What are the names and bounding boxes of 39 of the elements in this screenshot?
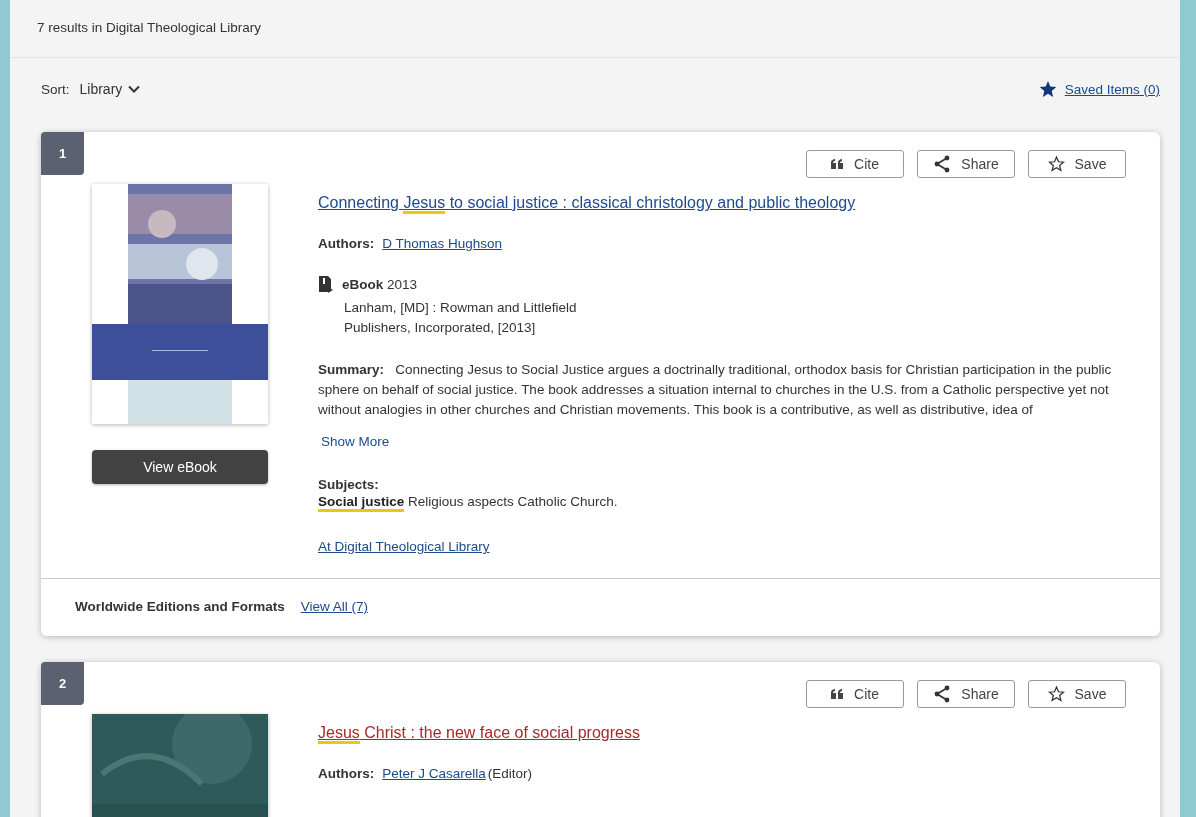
quote-icon (831, 689, 845, 699)
editions-label: Worldwide Editions and Formats (75, 599, 285, 614)
subjects-label: Subjects: (318, 477, 379, 492)
authors-label: Authors: (318, 236, 375, 251)
cite-button[interactable]: Cite (806, 150, 904, 178)
publisher-text: Lanham, [MD] : Rowman and Littlefield (344, 299, 577, 317)
save-button[interactable]: Save (1028, 150, 1126, 178)
chevron-down-icon (128, 85, 141, 93)
sort-label: Sort: (41, 81, 70, 97)
result-title-link[interactable]: Connecting Jesus to social justice : classical christology and public theology (318, 194, 856, 212)
holding-link[interactable]: At Digital Theological Library (318, 539, 490, 554)
share-button[interactable]: Share (917, 150, 1015, 178)
star-outline-icon (1047, 686, 1065, 702)
star-outline-icon (1047, 156, 1065, 172)
share-icon (933, 685, 952, 703)
format-year: eBook 2013 (342, 276, 418, 292)
summary-text: Summary: Connecting Jesus to Social Justice argues a doctrinally traditional, orthodox basis for Christian participation in the public sphere on behalf of social justice. The book addresses a situation internal to churches in the U.S. from a Catholic perspective yet not without analogies in other churches and Christian movements. This book is a contributive, as well as distributive, idea of (318, 361, 1113, 419)
author-role: (Editor) (487, 766, 533, 781)
publisher-text: Publishers, Incorporated, [2013] (344, 319, 537, 337)
ebook-icon (318, 275, 334, 293)
result-number: 1 (41, 132, 84, 175)
share-button[interactable]: Share (917, 680, 1015, 708)
author-link[interactable]: Peter J Casarella (382, 766, 486, 781)
view-all-link[interactable]: View All (7) (300, 599, 369, 614)
save-button[interactable]: Save (1028, 680, 1126, 708)
authors-label: Authors: (318, 766, 375, 781)
show-more-link[interactable]: Show More (318, 434, 390, 449)
sort-dropdown[interactable]: Library (77, 79, 143, 99)
view-ebook-button[interactable]: View eBook (92, 450, 268, 484)
result-title-link[interactable]: Jesus Christ : the new face of social progress (318, 724, 640, 742)
star-icon (1038, 80, 1057, 98)
author-link[interactable]: D Thomas Hughson (382, 236, 503, 251)
result-number: 2 (41, 662, 84, 705)
share-icon (933, 155, 952, 173)
subjects-text: Social justice Religious aspects Catholic Church. (318, 494, 618, 509)
saved-items-link[interactable]: Saved Items (0) (1064, 81, 1160, 97)
quote-icon (831, 159, 845, 169)
cite-button[interactable]: Cite (806, 680, 904, 708)
results-count: 7 results in Digital Theological Library (37, 19, 262, 35)
